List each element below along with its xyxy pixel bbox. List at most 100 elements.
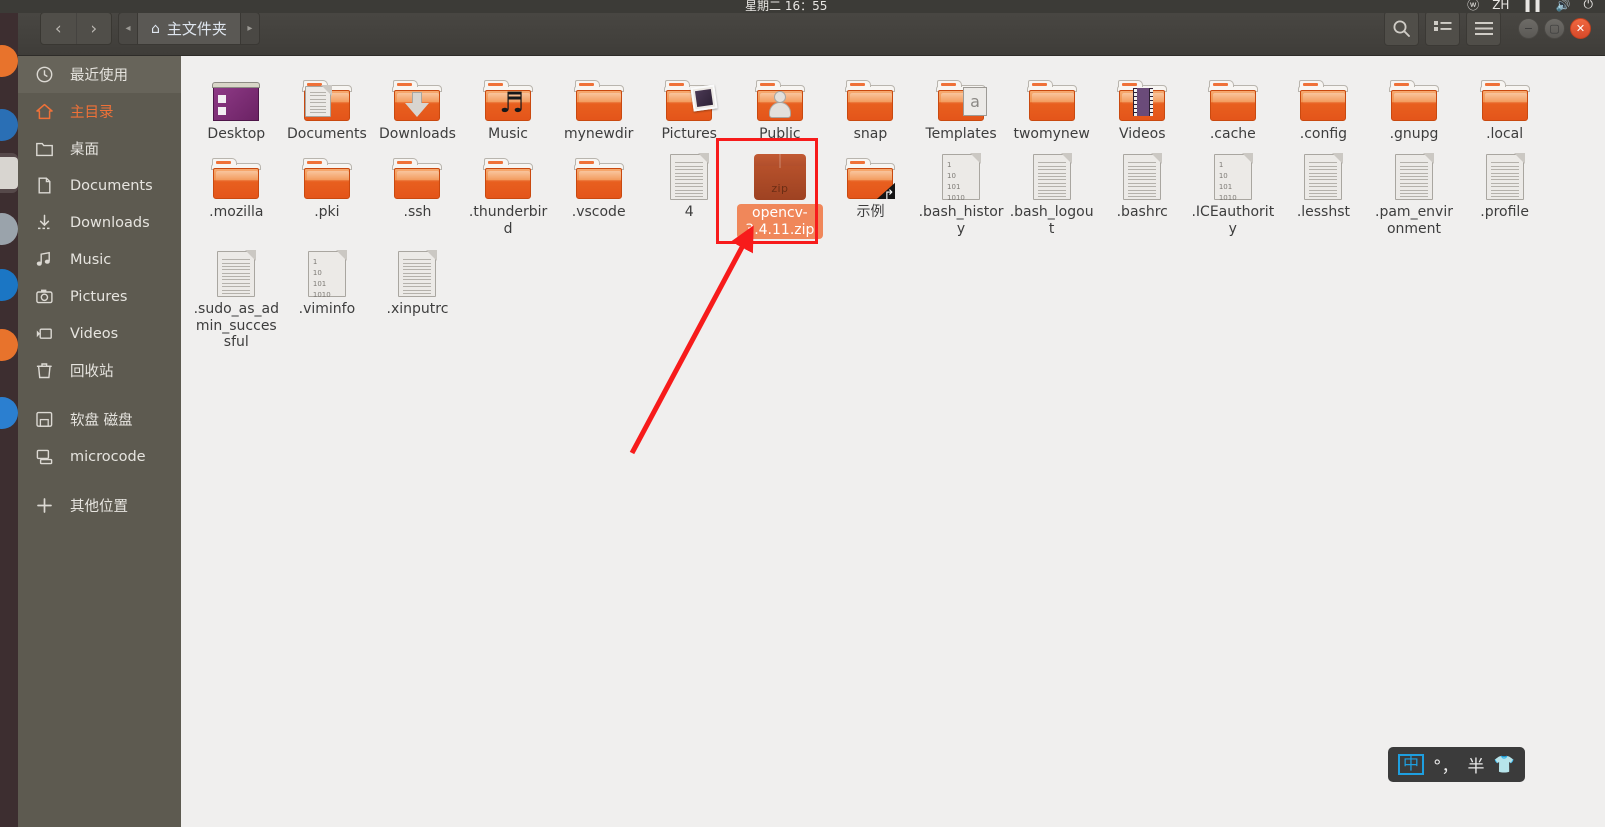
file-item[interactable]: .xinputrc [372,239,463,350]
file-item[interactable]: snap [825,64,916,142]
file-item[interactable]: .ssh [372,142,463,239]
file-item[interactable]: ♬ Music [463,64,554,142]
file-item[interactable]: .sudo_as_admin_successful [191,239,282,350]
file-icon-wrapper [1395,148,1435,201]
file-icon-wrapper [1026,70,1077,122]
sidebar-item-6[interactable]: Pictures [18,278,181,315]
menu-button[interactable] [1466,11,1501,46]
file-item[interactable]: 示例 [825,142,916,239]
shirt-icon[interactable]: 👕 [1494,755,1515,775]
file-item[interactable]: Downloads [372,64,463,142]
sidebar-item-label: Documents [70,177,153,194]
top-bar-indicators: ⓦ ZH ❚❚ 🔊 ⏻ [1467,0,1593,13]
file-label: mynewdir [563,126,634,142]
back-button[interactable]: ‹ [41,13,76,44]
tab-home-folder[interactable]: ⌂ 主文件夹 [137,13,241,44]
file-item[interactable]: .local [1459,64,1550,142]
dock-item-libreoffice-writer[interactable] [0,265,18,305]
sidebar-item-2[interactable]: 桌面 [18,130,181,167]
minimize-button[interactable]: − [1518,18,1539,39]
sidebar-divider [18,389,181,401]
download-icon [36,214,53,231]
power-icon[interactable]: ⏻ [1584,0,1594,12]
file-item[interactable]: .pki [282,142,373,239]
file-item[interactable]: mynewdir [553,64,644,142]
file-item[interactable]: .bashrc [1097,142,1188,239]
sidebar-item-1[interactable]: 主目录 [18,93,181,130]
file-item[interactable]: Public [735,64,826,142]
folder-icon [845,158,896,200]
folder-icon [1389,80,1440,122]
sidebar-item-10[interactable]: microcode [18,438,181,475]
file-label: .xinputrc [386,301,449,318]
launcher-dock[interactable] [0,13,18,827]
file-item[interactable]: .lesshst [1278,142,1369,239]
ime-status-panel[interactable]: 中 °， 半 👕 [1388,747,1525,782]
sidebar-item-11[interactable]: 其他位置 [18,487,181,524]
file-item[interactable]: .pam_environment [1369,142,1460,239]
volume-icon[interactable]: 🔊 [1556,0,1571,12]
file-item[interactable]: .mozilla [191,142,282,239]
file-item[interactable]: Documents [282,64,373,142]
media-pause-icon[interactable]: ❚❚ [1522,0,1542,12]
language-indicator[interactable]: ZH [1492,0,1509,12]
file-label: Public [759,126,801,142]
file-item[interactable]: 1 10 101 1010 .viminfo [282,239,373,350]
sidebar-item-label: Music [70,251,112,268]
file-label: .pki [314,204,340,221]
file-item[interactable]: 1 10 101 1010 .ICEauthority [1188,142,1279,239]
file-icon-wrapper: 1 10 101 1010 [1213,148,1253,202]
top-bar-clock[interactable]: 星期二 16：55 [745,0,827,14]
sidebar-item-5[interactable]: Music [18,241,181,278]
file-icon-wrapper [664,70,718,122]
sidebar-item-3[interactable]: Documents [18,167,181,204]
camera-icon [36,288,53,305]
file-item[interactable]: a Templates [916,64,1007,142]
ime-punctuation-label[interactable]: °， [1433,752,1459,777]
file-item[interactable]: .gnupg [1369,64,1460,142]
maximize-button[interactable]: ▢ [1544,18,1565,39]
sidebar-item-7[interactable]: Videos [18,315,181,352]
file-item[interactable]: Desktop [191,64,282,142]
file-label: Music [488,126,528,142]
sidebar-item-8[interactable]: 回收站 [18,352,181,389]
search-button[interactable] [1384,11,1419,46]
input-source-indicator[interactable]: ⓦ [1467,0,1479,13]
sidebar-item-9[interactable]: 软盘 磁盘 [18,401,181,438]
dock-item-rhythmbox[interactable] [0,209,18,249]
file-icon-wrapper [1298,70,1349,122]
file-item[interactable]: twomynew [1006,64,1097,142]
file-item[interactable]: Pictures [644,64,735,142]
folder-icon [211,158,262,200]
file-item[interactable]: 1 10 101 1010 .bash_history [916,142,1007,239]
file-item[interactable]: .config [1278,64,1369,142]
file-item[interactable]: zip opencv-3.4.11.zip [735,142,826,240]
file-item[interactable]: .vscode [553,142,644,239]
forward-button[interactable]: › [75,13,112,44]
file-item[interactable]: .profile [1459,142,1550,239]
document-icon [36,177,53,194]
file-item[interactable]: .bash_logout [1006,142,1097,239]
sidebar-item-0[interactable]: 最近使用 [18,56,181,93]
music-note-icon [36,251,53,268]
dock-item-firefox[interactable] [0,41,18,81]
dock-item-files[interactable] [0,153,18,193]
file-item[interactable]: 4 [644,142,735,239]
file-icon-wrapper [301,70,352,122]
sidebar-item-4[interactable]: Downloads [18,204,181,241]
file-icon-wrapper [217,245,257,298]
dock-item-software[interactable] [0,325,18,365]
view-toggle-button[interactable] [1425,11,1460,46]
file-view[interactable]: Desktop Documents Downloads ♬ Music mynewdir P… [181,56,1605,827]
file-item[interactable]: .thunderbird [463,142,554,239]
close-button[interactable]: ✕ [1570,18,1591,39]
tab-scroll-right-icon[interactable]: ▸ [241,13,259,44]
folder-icon [754,80,805,122]
tab-scroll-left-icon[interactable]: ◂ [119,13,137,44]
file-item[interactable]: Videos [1097,64,1188,142]
dock-item-thunderbird[interactable] [0,105,18,145]
dock-item-help[interactable] [0,393,18,433]
ime-width-label[interactable]: 半 [1468,752,1485,777]
file-item[interactable]: .cache [1188,64,1279,142]
ime-mode-label[interactable]: 中 [1398,754,1425,775]
